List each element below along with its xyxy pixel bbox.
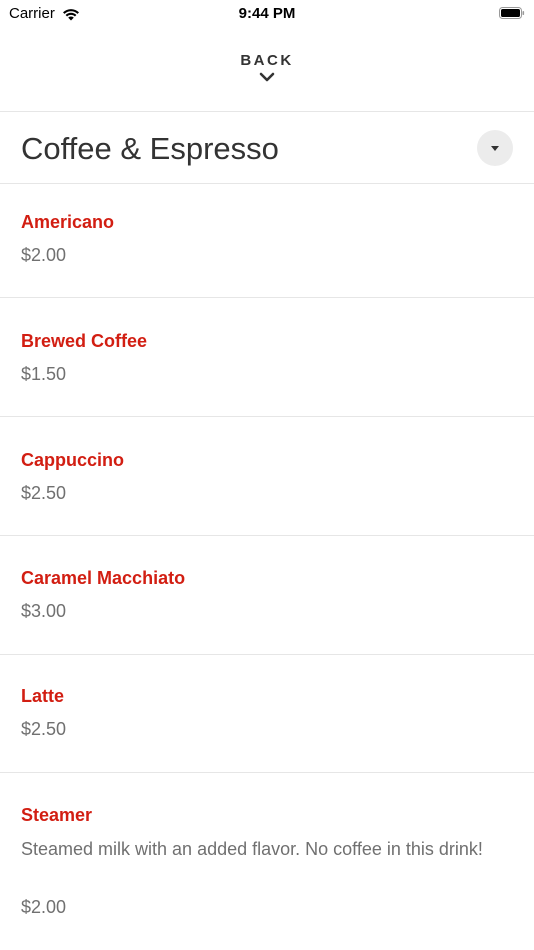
item-name: Latte: [21, 686, 65, 706]
item-price: $2.50: [21, 719, 67, 739]
item-name: Steamer: [21, 805, 93, 825]
battery-icon: [499, 7, 525, 19]
item-price: $1.50: [21, 364, 67, 384]
back-button[interactable]: BACK: [0, 50, 534, 100]
item-description: Steamed milk with an added flavor. No co…: [21, 839, 483, 859]
item-name: Cappuccino: [21, 450, 125, 470]
category-header: Coffee & Espresso: [0, 113, 534, 184]
chevron-down-icon: [259, 72, 275, 82]
item-name: Americano: [21, 212, 115, 232]
header-divider: [0, 111, 534, 112]
menu-item[interactable]: Caramel Macchiato $3.00: [0, 536, 534, 654]
item-price: $2.00: [21, 245, 67, 265]
status-bar: Carrier 9:44 PM: [0, 0, 534, 28]
item-name: Brewed Coffee: [21, 331, 148, 351]
status-time: 9:44 PM: [238, 5, 296, 22]
menu-item[interactable]: Steamer Steamed milk with an added flavo…: [0, 773, 534, 950]
menu-item[interactable]: Cappuccino $2.50: [0, 417, 534, 535]
item-price: $2.50: [21, 483, 67, 503]
back-label: BACK: [240, 52, 294, 69]
caret-down-icon: [491, 145, 499, 151]
item-name: Caramel Macchiato: [21, 568, 186, 588]
category-title: Coffee & Espresso: [21, 131, 279, 166]
item-price: $2.00: [21, 897, 67, 917]
category-dropdown-button[interactable]: [477, 130, 513, 166]
menu-item[interactable]: Brewed Coffee $1.50: [0, 298, 534, 416]
menu-item[interactable]: Latte $2.50: [0, 655, 534, 772]
item-price: $3.00: [21, 601, 67, 621]
menu-item[interactable]: Americano $2.00: [0, 184, 534, 297]
